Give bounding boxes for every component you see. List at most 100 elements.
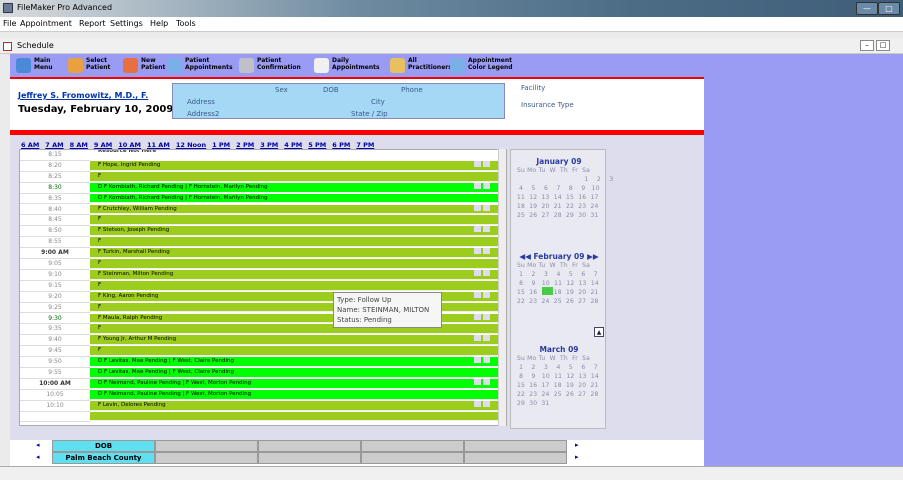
appointment-slot[interactable]: F xyxy=(90,346,500,357)
appointment-slot[interactable]: D F Levitas, Mae Pending | F West, Clair… xyxy=(90,368,500,378)
appointment-slot[interactable]: F Turkin, Marshall Pending xyxy=(90,248,500,258)
patient-confirmation-button[interactable]: Patient Confirmation xyxy=(239,57,301,76)
calendar-up-button[interactable]: ▲ xyxy=(594,327,604,337)
hour-link[interactable]: 10 AM xyxy=(118,141,141,149)
delete-icon[interactable] xyxy=(483,400,490,407)
minimize-button[interactable]: — xyxy=(856,2,878,15)
delete-icon[interactable] xyxy=(483,269,490,276)
appointment-slot[interactable]: D F Neimand, Pauline Pending | F West, M… xyxy=(90,378,500,389)
restore-button[interactable]: – xyxy=(860,40,874,51)
appointment-slot[interactable]: F Levin, Delores Pending xyxy=(90,400,500,411)
appointment-slot[interactable]: F xyxy=(90,259,500,269)
left-arrow-icon[interactable]: ◂ xyxy=(36,441,40,449)
calendar-week[interactable]: 8 9 10 11 12 13 14 xyxy=(517,279,604,288)
all-practitioners-button[interactable]: All Practitioners xyxy=(390,57,452,76)
hour-link[interactable]: 5 PM xyxy=(308,141,326,149)
main-menu-button[interactable]: Main Menu xyxy=(16,57,53,76)
delete-icon[interactable] xyxy=(483,248,490,255)
left-arrow-icon[interactable]: ◂ xyxy=(36,453,40,461)
maximize-button[interactable]: □ xyxy=(878,2,900,15)
edit-icon[interactable] xyxy=(474,357,481,364)
menu-help[interactable]: Help xyxy=(150,19,168,28)
delete-icon[interactable] xyxy=(483,313,490,320)
appointment-slot[interactable]: F xyxy=(90,215,500,226)
next-month-icon[interactable]: ▶▶ xyxy=(585,252,599,261)
calendar-week[interactable]: 8 9 10 11 12 13 14 xyxy=(517,372,604,381)
appointment-slot[interactable]: D F Kornblath, Richard Pending | F Horns… xyxy=(90,193,500,204)
edit-icon[interactable] xyxy=(474,291,481,298)
hour-link[interactable]: 7 PM xyxy=(356,141,374,149)
hour-link[interactable]: 1 PM xyxy=(212,141,230,149)
delete-icon[interactable] xyxy=(483,182,490,189)
appointment-slot[interactable]: F Stetson, Joseph Pending xyxy=(90,226,500,237)
edit-icon[interactable] xyxy=(474,160,481,167)
calendar-week[interactable]: 1 2 3 4 5 6 7 xyxy=(517,270,604,279)
edit-icon[interactable] xyxy=(474,313,481,320)
patient-appointments-button[interactable]: Patient Appointments xyxy=(167,57,233,76)
edit-icon[interactable] xyxy=(474,378,481,385)
edit-icon[interactable] xyxy=(474,182,481,189)
hour-link[interactable]: 4 PM xyxy=(284,141,302,149)
menu-report[interactable]: Report xyxy=(79,19,106,28)
select-patient-button[interactable]: Select Patient xyxy=(68,57,110,76)
daily-appointments-button[interactable]: Daily Appointments xyxy=(314,57,380,76)
edit-icon[interactable] xyxy=(474,204,481,211)
calendar-week[interactable]: 22 23 24 25 26 27 28 xyxy=(517,297,604,306)
edit-icon[interactable] xyxy=(474,335,481,342)
appointment-slot[interactable]: D F Neimand, Pauline Pending | F West, M… xyxy=(90,389,500,400)
appointment-slot[interactable]: D F Levitas, Mae Pending | F West, Clair… xyxy=(90,357,500,367)
appointment-slot[interactable]: F Steinman, Milton Pending xyxy=(90,269,500,280)
appointment-slot[interactable]: F xyxy=(90,171,500,182)
menu-tools[interactable]: Tools xyxy=(176,19,196,28)
right-arrow-icon[interactable]: ▸ xyxy=(575,441,579,449)
hour-link[interactable]: 8 AM xyxy=(70,141,88,149)
edit-icon[interactable] xyxy=(474,269,481,276)
hour-link[interactable]: 2 PM xyxy=(236,141,254,149)
calendar-week[interactable]: 1 2 3 xyxy=(517,175,613,184)
appointment-slot[interactable]: F xyxy=(90,280,500,291)
appointment-slot[interactable]: D F Kornblath, Richard Pending | F Horns… xyxy=(90,182,500,193)
grid-scrollbar[interactable] xyxy=(498,149,506,426)
appointment-color-legend-button[interactable]: Appointment Color Legend xyxy=(450,57,513,76)
edit-icon[interactable] xyxy=(474,400,481,407)
calendar-week[interactable]: 11 12 13 14 15 16 17 xyxy=(517,193,604,202)
appointment-slot[interactable]: F xyxy=(90,237,500,248)
hour-link[interactable]: 11 AM xyxy=(147,141,170,149)
calendar-week[interactable]: 29 30 31 xyxy=(517,399,604,408)
delete-icon[interactable] xyxy=(483,291,490,298)
hour-link[interactable]: 12 Noon xyxy=(176,141,206,149)
hour-link[interactable]: 9 AM xyxy=(94,141,112,149)
appointment-slot[interactable] xyxy=(90,411,500,422)
menu-appointment[interactable]: Appointment xyxy=(20,19,72,28)
calendar-week[interactable]: 18 19 20 21 22 23 24 xyxy=(517,202,604,211)
calendar-week[interactable]: 1 2 3 4 5 6 7 xyxy=(517,363,604,372)
restore-window-button[interactable]: □ xyxy=(876,40,890,51)
delete-icon[interactable] xyxy=(483,204,490,211)
delete-icon[interactable] xyxy=(483,335,490,342)
delete-icon[interactable] xyxy=(483,160,490,167)
edit-icon[interactable] xyxy=(474,226,481,233)
right-arrow-icon[interactable]: ▸ xyxy=(575,453,579,461)
calendar-week[interactable]: 15 16 17 18 19 20 21 xyxy=(517,288,604,297)
menu-settings[interactable]: Settings xyxy=(110,19,143,28)
hour-link[interactable]: 3 PM xyxy=(260,141,278,149)
hour-link[interactable]: 6 AM xyxy=(21,141,39,149)
appointment-slot[interactable]: F Young Jr, Arthur M Pending xyxy=(90,335,500,346)
delete-icon[interactable] xyxy=(483,357,490,364)
previous-month-icon[interactable]: ◀◀ xyxy=(519,252,533,261)
calendar-week[interactable]: 4 5 6 7 8 9 10 xyxy=(517,184,604,193)
calendar-week[interactable]: 25 26 27 28 29 30 31 xyxy=(517,211,604,220)
selected-day[interactable] xyxy=(542,287,553,295)
menu-file[interactable]: File xyxy=(3,19,16,28)
calendar-week[interactable]: 15 16 17 18 19 20 21 xyxy=(517,381,604,390)
delete-icon[interactable] xyxy=(483,226,490,233)
edit-icon[interactable] xyxy=(474,248,481,255)
practitioner-name-link[interactable]: Jeffrey S. Fromowitz, M.D., F. xyxy=(18,91,148,100)
appointment-slot[interactable]: F Hope, Ingrid Pending xyxy=(90,160,500,171)
hour-link[interactable]: 7 AM xyxy=(45,141,63,149)
delete-icon[interactable] xyxy=(483,378,490,385)
appointment-slot[interactable]: F Crutchley, William Pending xyxy=(90,204,500,215)
hour-link[interactable]: 6 PM xyxy=(332,141,350,149)
new-patient-button[interactable]: New Patient xyxy=(123,57,165,76)
calendar-week[interactable]: 22 23 24 25 26 27 28 xyxy=(517,390,604,399)
